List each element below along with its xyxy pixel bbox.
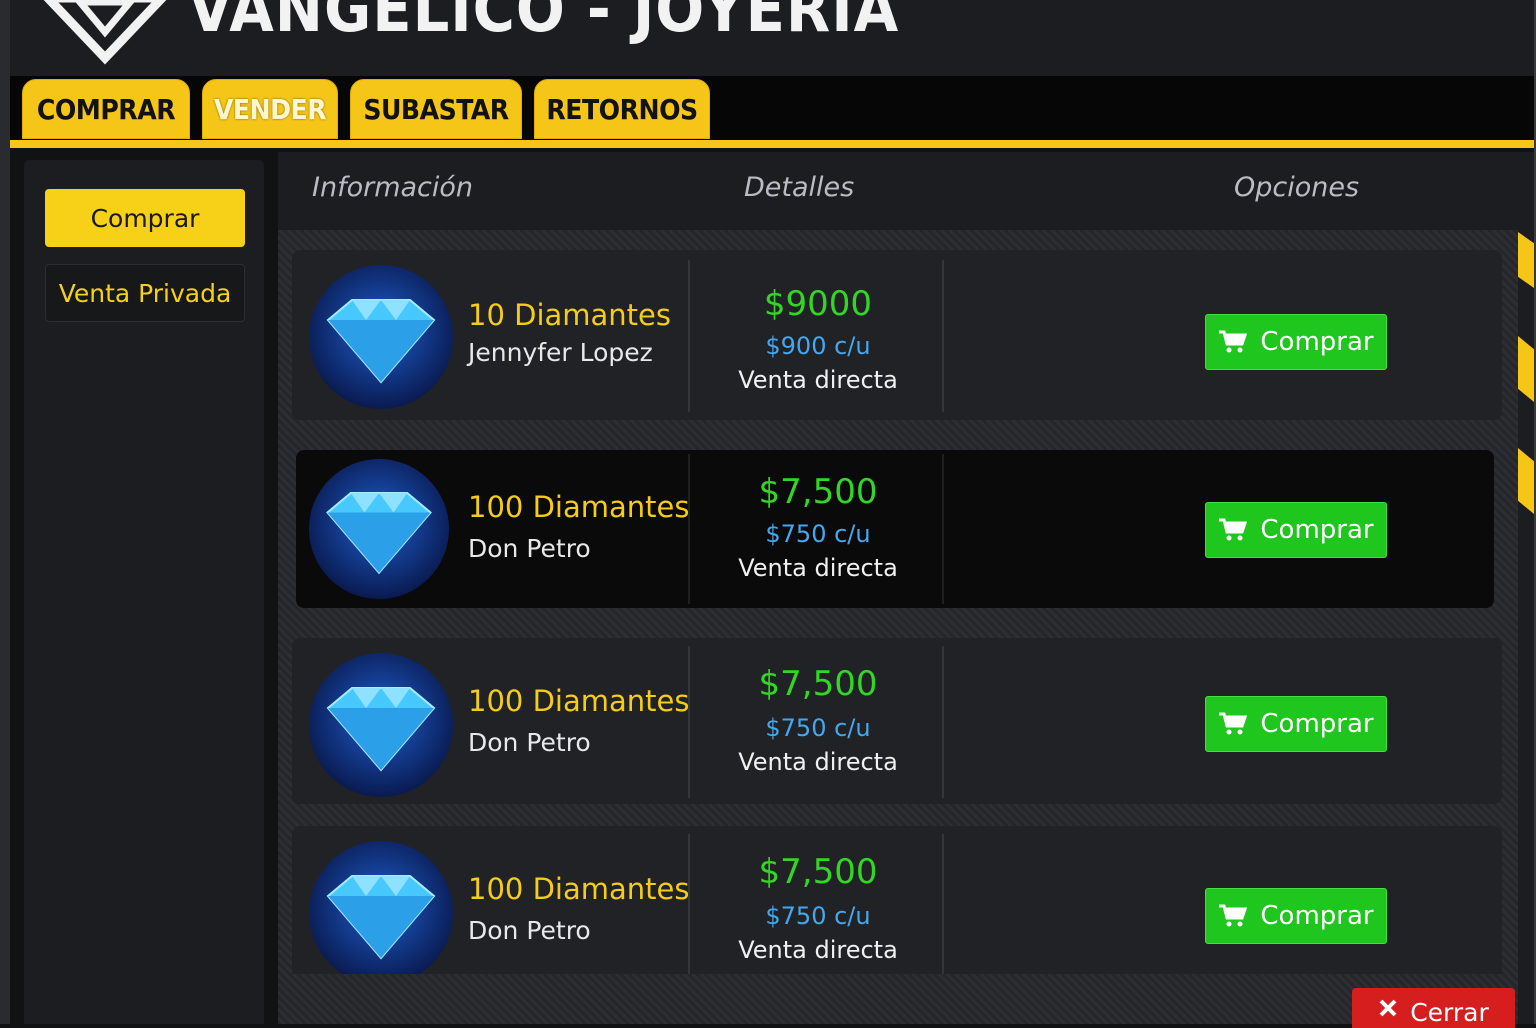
header: VANGELICO - JOYERIA: [10, 0, 1534, 76]
column-divider: [942, 834, 944, 974]
diamond-logo-icon: [43, 0, 167, 65]
buy-button-label: Comprar: [1260, 901, 1374, 931]
cart-icon: [1219, 330, 1248, 353]
buy-button[interactable]: Comprar: [1205, 888, 1387, 944]
listing-seller: Don Petro: [468, 534, 591, 563]
listing-unit-price: $750 c/u: [765, 714, 871, 742]
listing-row: 100 Diamantes Don Petro $7,500 $750 c/u …: [292, 826, 1502, 974]
column-divider: [942, 454, 944, 604]
buy-button-label: Comprar: [1260, 327, 1374, 357]
x-icon: [1379, 999, 1397, 1017]
tab-vender[interactable]: VENDER: [202, 79, 338, 139]
listing-seller: Don Petro: [468, 728, 591, 757]
listing-unit-price: $750 c/u: [765, 520, 871, 548]
column-header-info: Información: [312, 172, 474, 203]
listing-seller: Don Petro: [468, 916, 591, 945]
close-button[interactable]: Cerrar: [1352, 988, 1515, 1028]
buy-button-label: Comprar: [1260, 515, 1374, 545]
listing-sale-type: Venta directa: [738, 936, 898, 964]
tab-underline: [10, 140, 1534, 148]
listing-price: $7,500: [758, 664, 878, 704]
listing-price: $9000: [763, 284, 873, 324]
listing-seller: Jennyfer Lopez: [468, 338, 653, 367]
cart-icon: [1219, 712, 1248, 735]
sidebar-venta-privada-button[interactable]: Venta Privada: [45, 264, 245, 322]
tab-retornos[interactable]: RETORNOS: [534, 79, 710, 139]
sidebar-comprar-button[interactable]: Comprar: [45, 189, 245, 247]
listing-item-name: 100 Diamantes: [468, 684, 690, 718]
column-divider: [942, 260, 944, 412]
tab-subastar[interactable]: SUBASTAR: [350, 79, 522, 139]
listing-sale-type: Venta directa: [738, 554, 898, 582]
page-title: VANGELICO - JOYERIA: [188, 0, 900, 47]
buy-button-label: Comprar: [1260, 709, 1374, 739]
tab-comprar[interactable]: COMPRAR: [22, 79, 190, 139]
listing-row: 100 Diamantes Don Petro $7,500 $750 c/u …: [296, 450, 1494, 608]
close-button-label: Cerrar: [1410, 998, 1489, 1027]
buy-button[interactable]: Comprar: [1205, 696, 1387, 752]
column-divider: [688, 454, 690, 604]
cart-icon: [1219, 904, 1248, 927]
buy-button[interactable]: Comprar: [1205, 502, 1387, 558]
column-header-details: Detalles: [744, 172, 855, 203]
blue-diamond-icon: [308, 840, 454, 986]
listing-item-name: 100 Diamantes: [468, 490, 690, 524]
column-divider: [942, 646, 944, 798]
listing-sale-type: Venta directa: [738, 366, 898, 394]
column-divider: [688, 260, 690, 412]
listing-item-name: 10 Diamantes: [468, 298, 671, 332]
background-strip: [0, 0, 10, 1024]
blue-diamond-icon: [308, 458, 450, 600]
listing-row: 10 Diamantes Jennyfer Lopez $9000 $900 c…: [292, 250, 1502, 420]
listing-price: $7,500: [758, 472, 878, 512]
listing-item-name: 100 Diamantes: [468, 872, 690, 906]
column-header-options: Opciones: [1234, 172, 1360, 203]
listing-row: 100 Diamantes Don Petro $7,500 $750 c/u …: [292, 638, 1502, 804]
column-divider: [688, 834, 690, 974]
listing-unit-price: $900 c/u: [765, 332, 871, 360]
cart-icon: [1219, 518, 1248, 541]
listing-price: $7,500: [758, 852, 878, 892]
listing-unit-price: $750 c/u: [765, 902, 871, 930]
blue-diamond-icon: [309, 265, 453, 409]
column-divider: [688, 646, 690, 798]
buy-button[interactable]: Comprar: [1205, 314, 1387, 370]
listing-sale-type: Venta directa: [738, 748, 898, 776]
blue-diamond-icon: [309, 653, 453, 797]
